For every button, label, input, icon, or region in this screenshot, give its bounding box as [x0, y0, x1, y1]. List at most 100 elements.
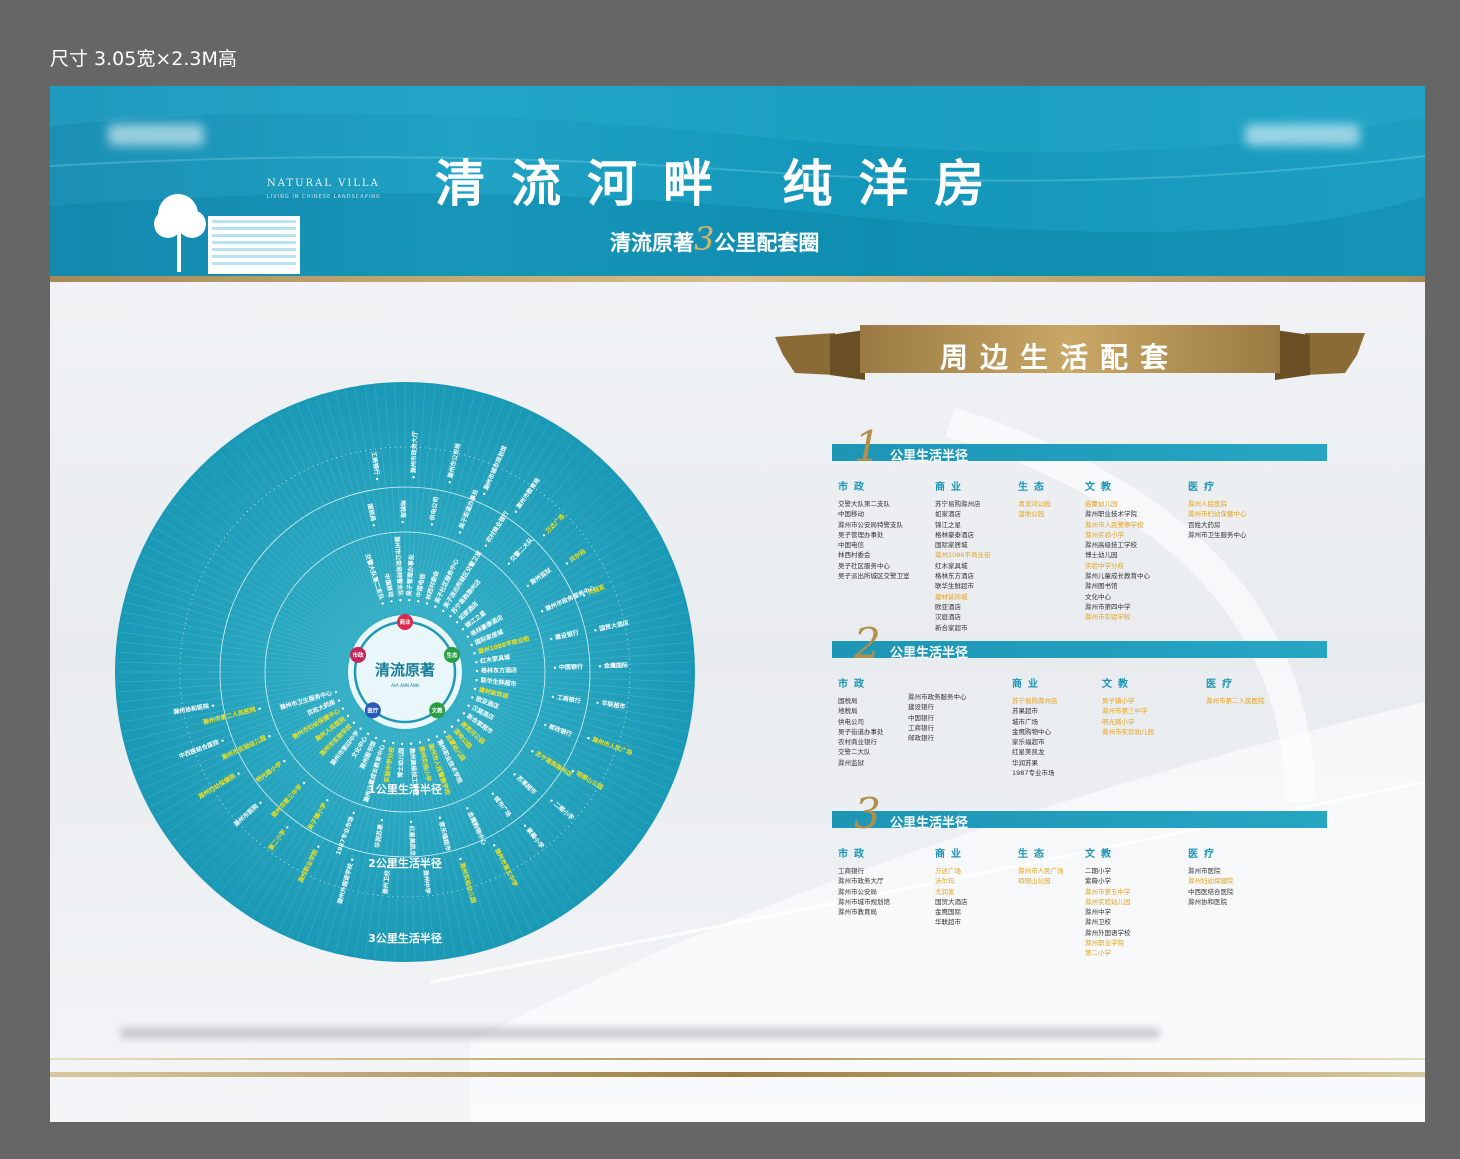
wheel-ring-dot: [565, 562, 569, 565]
wheel-ring-dot: [457, 719, 460, 722]
facility-item: 建材装饰城: [935, 592, 968, 601]
wheel-ring-dot: [374, 736, 378, 740]
facility-item: 沃尔玛: [935, 877, 955, 886]
wheel-ring-dot: [417, 600, 420, 603]
wheel-ring-dot: [475, 678, 478, 682]
wheel-ring-dot: [473, 652, 476, 655]
facility-item: 大润发: [935, 887, 955, 896]
wheel-ring-dot: [286, 826, 289, 829]
facility-item: 华联超市: [935, 918, 961, 927]
facility-item: 博士幼儿园: [1085, 551, 1118, 560]
wheel-ring-dot: [471, 696, 474, 699]
facility-column-header: 生态: [1018, 482, 1050, 493]
subtitle-prefix: 清流原著: [610, 231, 694, 255]
facility-item: 吴子管理办事处: [838, 530, 884, 539]
facility-item: 滁州市第三中学: [1102, 707, 1148, 716]
wheel-facility-label: 地税局: [399, 500, 407, 518]
wheel-ring-dot: [470, 643, 473, 647]
wheel-ring-dot: [553, 666, 557, 670]
facility-column-header: 文教: [1085, 849, 1117, 860]
wheel-ring-dot: [425, 602, 429, 605]
wheel-ring-dot: [531, 750, 534, 753]
wheel-ring-dot: [259, 801, 262, 805]
ring-label-1km: 1公里生活半径: [368, 782, 442, 796]
facility-item: 1987专业市场: [1012, 769, 1055, 778]
wheel-ring-dot: [475, 660, 478, 664]
wheel-facility-label: 金鹰国际: [603, 661, 628, 670]
facility-item: 清流河公园: [1018, 500, 1051, 508]
facility-item: 滁州实验小学: [1085, 530, 1124, 539]
wheel-ring-dot: [587, 736, 590, 740]
wheel-ring-dot: [341, 707, 345, 710]
wheel-ring-dot: [550, 799, 553, 802]
wheel-ring-dot: [598, 665, 602, 668]
category-marker-label: 市政: [353, 651, 365, 659]
blurred-logo-left: [108, 124, 204, 146]
wheel-ring-dot: [475, 669, 479, 673]
wheel-ring-dot: [366, 732, 370, 735]
facility-item: 滁州市人民警察学校: [1085, 520, 1144, 529]
facility-item: 吴子街道办事处: [838, 727, 884, 736]
brand-logo-subtext: LIVING IN CHINESE LANDSCAPING: [267, 194, 381, 200]
facility-column-header: 医疗: [1188, 849, 1220, 860]
facility-column: 文教 二期小学 紫薇小学 滁州市第五中学 滁州实验幼儿园 滁州中学 滁州卫校 滁州外国语学校滁…: [1085, 845, 1131, 959]
facility-item: 苏宁易购滁州店: [1012, 697, 1058, 705]
wheel-ring-dot: [211, 704, 215, 707]
facility-item: 国税局: [838, 697, 858, 705]
wheel-ring-dot: [237, 772, 240, 775]
facility-item: 第二小学: [1085, 949, 1111, 958]
subtitle-number: 3: [694, 220, 715, 258]
header-banner: NATURAL VILLA LIVING IN CHINESE LANDSCAP…: [50, 86, 1425, 276]
wheel-ring-dot: [381, 602, 384, 605]
section-title: 公里生活半径: [890, 816, 969, 831]
wheel-ring-dot: [448, 480, 451, 484]
wheel-ring-dot: [383, 739, 386, 743]
wheel-ring-dot: [283, 760, 286, 763]
facility-column-header: 文教: [1102, 679, 1134, 690]
wheel-ring-dot: [596, 701, 599, 705]
wheel-ring-dot: [434, 605, 437, 608]
facility-column: 文教 吴子镇小学 滁州市第三中学 明光路小学 滁州市实验幼儿园: [1102, 675, 1154, 737]
wheel-ring-dot: [491, 792, 494, 795]
banner-title: 清流河畔 纯洋房: [435, 155, 1011, 213]
facility-column: 商业 苏宁易购滁州店 如家酒店 锦江之星 格林豪泰酒店 国际家居城 滁州1088平商业街 红木…: [935, 478, 991, 633]
wheel-ring-dot: [380, 819, 384, 822]
facility-item: 滁州卫校: [1085, 918, 1111, 927]
facility-item: 湿地公园: [1018, 510, 1044, 519]
wheel-ring-dot: [442, 609, 445, 613]
wheel-ring-dot: [412, 475, 415, 479]
facility-column: 医疗 滁州市第二人民医院: [1206, 675, 1265, 706]
facility-item: 滁州市卫生服务中心: [1188, 530, 1247, 539]
wheel-ring-dot: [514, 510, 518, 513]
facility-item: 交警大队第二支队: [838, 500, 890, 508]
wheel-ring-dot: [317, 845, 320, 848]
facility-item: 工商银行: [908, 723, 934, 732]
facility-item: 邮政银行: [908, 734, 934, 743]
facility-column: 文教 启蒙幼儿园 滁州职业技术学院 滁州市人民警察学校 滁州实验小学 滁州高级技工学校 博士…: [1085, 478, 1150, 623]
facility-item: 滁州职业技术学院: [1085, 510, 1137, 519]
facility-item: 紫薇小学: [1085, 877, 1111, 886]
wheel-facility-label: 中国银行: [559, 663, 583, 672]
facility-column: 商业 万达广场 沃尔玛 大润发 国贸大酒店 金鹰国际 华联超市: [935, 845, 968, 928]
wheel-ring-dot: [493, 844, 496, 847]
facility-item: 实验中学分校: [1085, 561, 1124, 570]
facility-column: 市政 交警大队第二支队 中国移动 滁州市公安局特警支队 吴子管理办事处 中国电信 林西村委会…: [838, 478, 910, 581]
wheel-ring-dot: [484, 544, 488, 547]
facility-item: 吴子镇小学: [1102, 697, 1135, 705]
wheel-ring-dot: [455, 621, 459, 624]
wheel-ring-dot: [326, 799, 329, 802]
facility-item: 城市广场: [1012, 717, 1038, 726]
facility-item: 滁州实验幼儿园: [1085, 897, 1131, 906]
facility-item: 吴子派出所城区交警卫室: [838, 572, 910, 581]
wheel-ring-dot: [443, 730, 446, 734]
facility-item: 中国银行: [908, 713, 934, 722]
wheel-ring-dot: [526, 584, 529, 588]
facility-item: 滁州市教育局: [838, 908, 877, 917]
wheel-facility-label: 博士幼儿园: [396, 748, 405, 778]
wheel-facility-label: 格林东方酒店: [481, 666, 517, 674]
facility-item: 吴子社区服务中心: [838, 561, 890, 570]
wheel-ring-dot: [351, 858, 354, 861]
wheel-ring-dot: [334, 690, 338, 694]
facility-column-header: 生态: [1018, 849, 1050, 860]
wheel-ring-dot: [458, 531, 462, 534]
